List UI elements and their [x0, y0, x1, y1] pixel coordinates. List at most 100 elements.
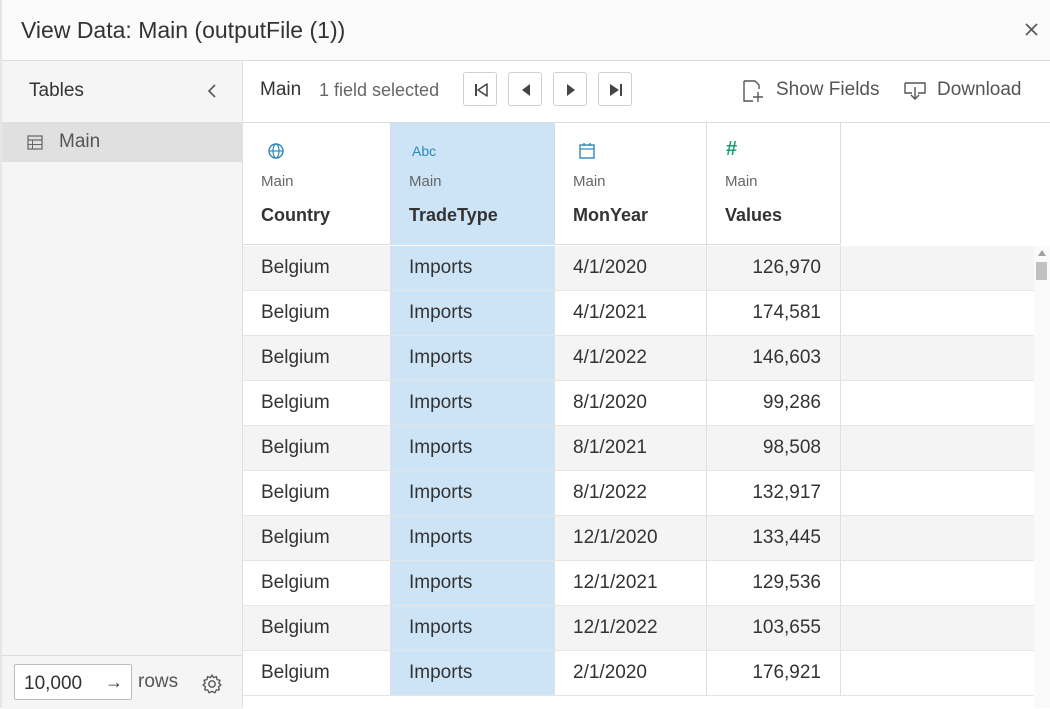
first-page-button[interactable]: [463, 72, 497, 106]
empty-cell: [841, 246, 1034, 290]
cell-value: 174,581: [752, 302, 821, 323]
cell-value: Belgium: [261, 572, 330, 593]
cell-value: 4/1/2021: [573, 302, 647, 323]
tradetype-cell[interactable]: Imports: [391, 381, 555, 425]
column-header-country[interactable]: Main Country: [243, 123, 391, 245]
table-row[interactable]: Belgium Imports 12/1/2021 129,536: [243, 561, 1034, 606]
cell-value: Belgium: [261, 302, 330, 323]
values-cell[interactable]: 176,921: [707, 651, 841, 695]
cell-value: 126,970: [752, 257, 821, 278]
number-type-icon: #: [726, 138, 738, 160]
tradetype-cell[interactable]: Imports: [391, 336, 555, 380]
empty-cell: [841, 516, 1034, 560]
country-cell[interactable]: Belgium: [243, 471, 391, 515]
tradetype-cell[interactable]: Imports: [391, 516, 555, 560]
tradetype-cell[interactable]: Imports: [391, 561, 555, 605]
cell-value: 12/1/2020: [573, 527, 658, 548]
country-cell[interactable]: Belgium: [243, 291, 391, 335]
values-cell[interactable]: 133,445: [707, 516, 841, 560]
values-cell[interactable]: 129,536: [707, 561, 841, 605]
scroll-up-arrow-icon[interactable]: [1038, 250, 1046, 256]
monyear-cell[interactable]: 8/1/2022: [555, 471, 707, 515]
monyear-cell[interactable]: 12/1/2022: [555, 606, 707, 650]
download-label: Download: [937, 79, 1022, 100]
column-header-values[interactable]: # Main Values: [707, 123, 841, 245]
tradetype-cell[interactable]: Imports: [391, 606, 555, 650]
data-toolbar: Main 1 field selected Show Fields Downlo…: [243, 61, 1050, 123]
tradetype-cell[interactable]: Imports: [391, 471, 555, 515]
cell-value: Imports: [409, 302, 473, 323]
table-row[interactable]: Belgium Imports 8/1/2020 99,286: [243, 381, 1034, 426]
cell-value: 129,536: [752, 572, 821, 593]
cell-value: Belgium: [261, 257, 330, 278]
country-cell[interactable]: Belgium: [243, 606, 391, 650]
country-cell[interactable]: Belgium: [243, 516, 391, 560]
rows-count-value[interactable]: 10,000: [24, 673, 82, 695]
rows-count-input[interactable]: 10,000 →: [14, 664, 132, 700]
country-cell[interactable]: Belgium: [243, 381, 391, 425]
close-button[interactable]: [1022, 20, 1042, 40]
table-row[interactable]: Belgium Imports 4/1/2020 126,970: [243, 246, 1034, 291]
table-row[interactable]: Belgium Imports 12/1/2020 133,445: [243, 516, 1034, 561]
table-row[interactable]: Belgium Imports 4/1/2021 174,581: [243, 291, 1034, 336]
next-page-button[interactable]: [553, 72, 587, 106]
scrollbar-thumb[interactable]: [1036, 262, 1047, 280]
apply-rows-arrow-icon[interactable]: →: [105, 672, 123, 693]
last-page-button[interactable]: [598, 72, 632, 106]
monyear-cell[interactable]: 8/1/2021: [555, 426, 707, 470]
values-cell[interactable]: 126,970: [707, 246, 841, 290]
cell-value: 4/1/2022: [573, 347, 647, 368]
table-row[interactable]: Belgium Imports 2/1/2020 176,921: [243, 651, 1034, 696]
values-cell[interactable]: 99,286: [707, 381, 841, 425]
values-cell[interactable]: 174,581: [707, 291, 841, 335]
column-header-tradetype[interactable]: Abc Main TradeType: [391, 123, 555, 245]
monyear-cell[interactable]: 4/1/2022: [555, 336, 707, 380]
vertical-scrollbar[interactable]: [1034, 246, 1050, 708]
country-cell[interactable]: Belgium: [243, 336, 391, 380]
cell-value: 103,655: [752, 617, 821, 638]
tables-sidebar: Tables Main 10,000 → rows: [2, 61, 243, 709]
cell-value: Belgium: [261, 392, 330, 413]
tradetype-cell[interactable]: Imports: [391, 291, 555, 335]
empty-cell: [841, 651, 1034, 695]
chevron-left-icon: [207, 84, 216, 98]
country-cell[interactable]: Belgium: [243, 561, 391, 605]
tradetype-cell[interactable]: Imports: [391, 651, 555, 695]
country-cell[interactable]: Belgium: [243, 426, 391, 470]
table-row[interactable]: Belgium Imports 8/1/2021 98,508: [243, 426, 1034, 471]
monyear-cell[interactable]: 8/1/2020: [555, 381, 707, 425]
table-row[interactable]: Belgium Imports 4/1/2022 146,603: [243, 336, 1034, 381]
monyear-cell[interactable]: 4/1/2021: [555, 291, 707, 335]
country-cell[interactable]: Belgium: [243, 246, 391, 290]
cell-value: Belgium: [261, 527, 330, 548]
dialog-title: View Data: Main (outputFile (1)): [21, 17, 346, 43]
gear-icon[interactable]: [201, 673, 223, 695]
collapse-sidebar-button[interactable]: [204, 82, 220, 100]
rows-label: rows: [138, 671, 179, 692]
column-name: Values: [725, 205, 783, 225]
monyear-cell[interactable]: 4/1/2020: [555, 246, 707, 290]
values-cell[interactable]: 146,603: [707, 336, 841, 380]
rows-control: 10,000 → rows: [2, 655, 242, 709]
empty-cell: [841, 471, 1034, 515]
column-header-monyear[interactable]: Main MonYear: [555, 123, 707, 245]
cell-value: 133,445: [752, 527, 821, 548]
cell-value: 176,921: [752, 662, 821, 683]
monyear-cell[interactable]: 12/1/2020: [555, 516, 707, 560]
cell-value: Imports: [409, 617, 473, 638]
country-cell[interactable]: Belgium: [243, 651, 391, 695]
values-cell[interactable]: 132,917: [707, 471, 841, 515]
column-name: MonYear: [573, 205, 649, 225]
cell-value: Imports: [409, 482, 473, 503]
values-cell[interactable]: 103,655: [707, 606, 841, 650]
sidebar-item-main[interactable]: Main: [2, 122, 242, 162]
cell-value: 8/1/2021: [573, 437, 647, 458]
tradetype-cell[interactable]: Imports: [391, 246, 555, 290]
tradetype-cell[interactable]: Imports: [391, 426, 555, 470]
monyear-cell[interactable]: 2/1/2020: [555, 651, 707, 695]
table-row[interactable]: Belgium Imports 12/1/2022 103,655: [243, 606, 1034, 651]
table-row[interactable]: Belgium Imports 8/1/2022 132,917: [243, 471, 1034, 516]
values-cell[interactable]: 98,508: [707, 426, 841, 470]
previous-page-button[interactable]: [508, 72, 542, 106]
monyear-cell[interactable]: 12/1/2021: [555, 561, 707, 605]
